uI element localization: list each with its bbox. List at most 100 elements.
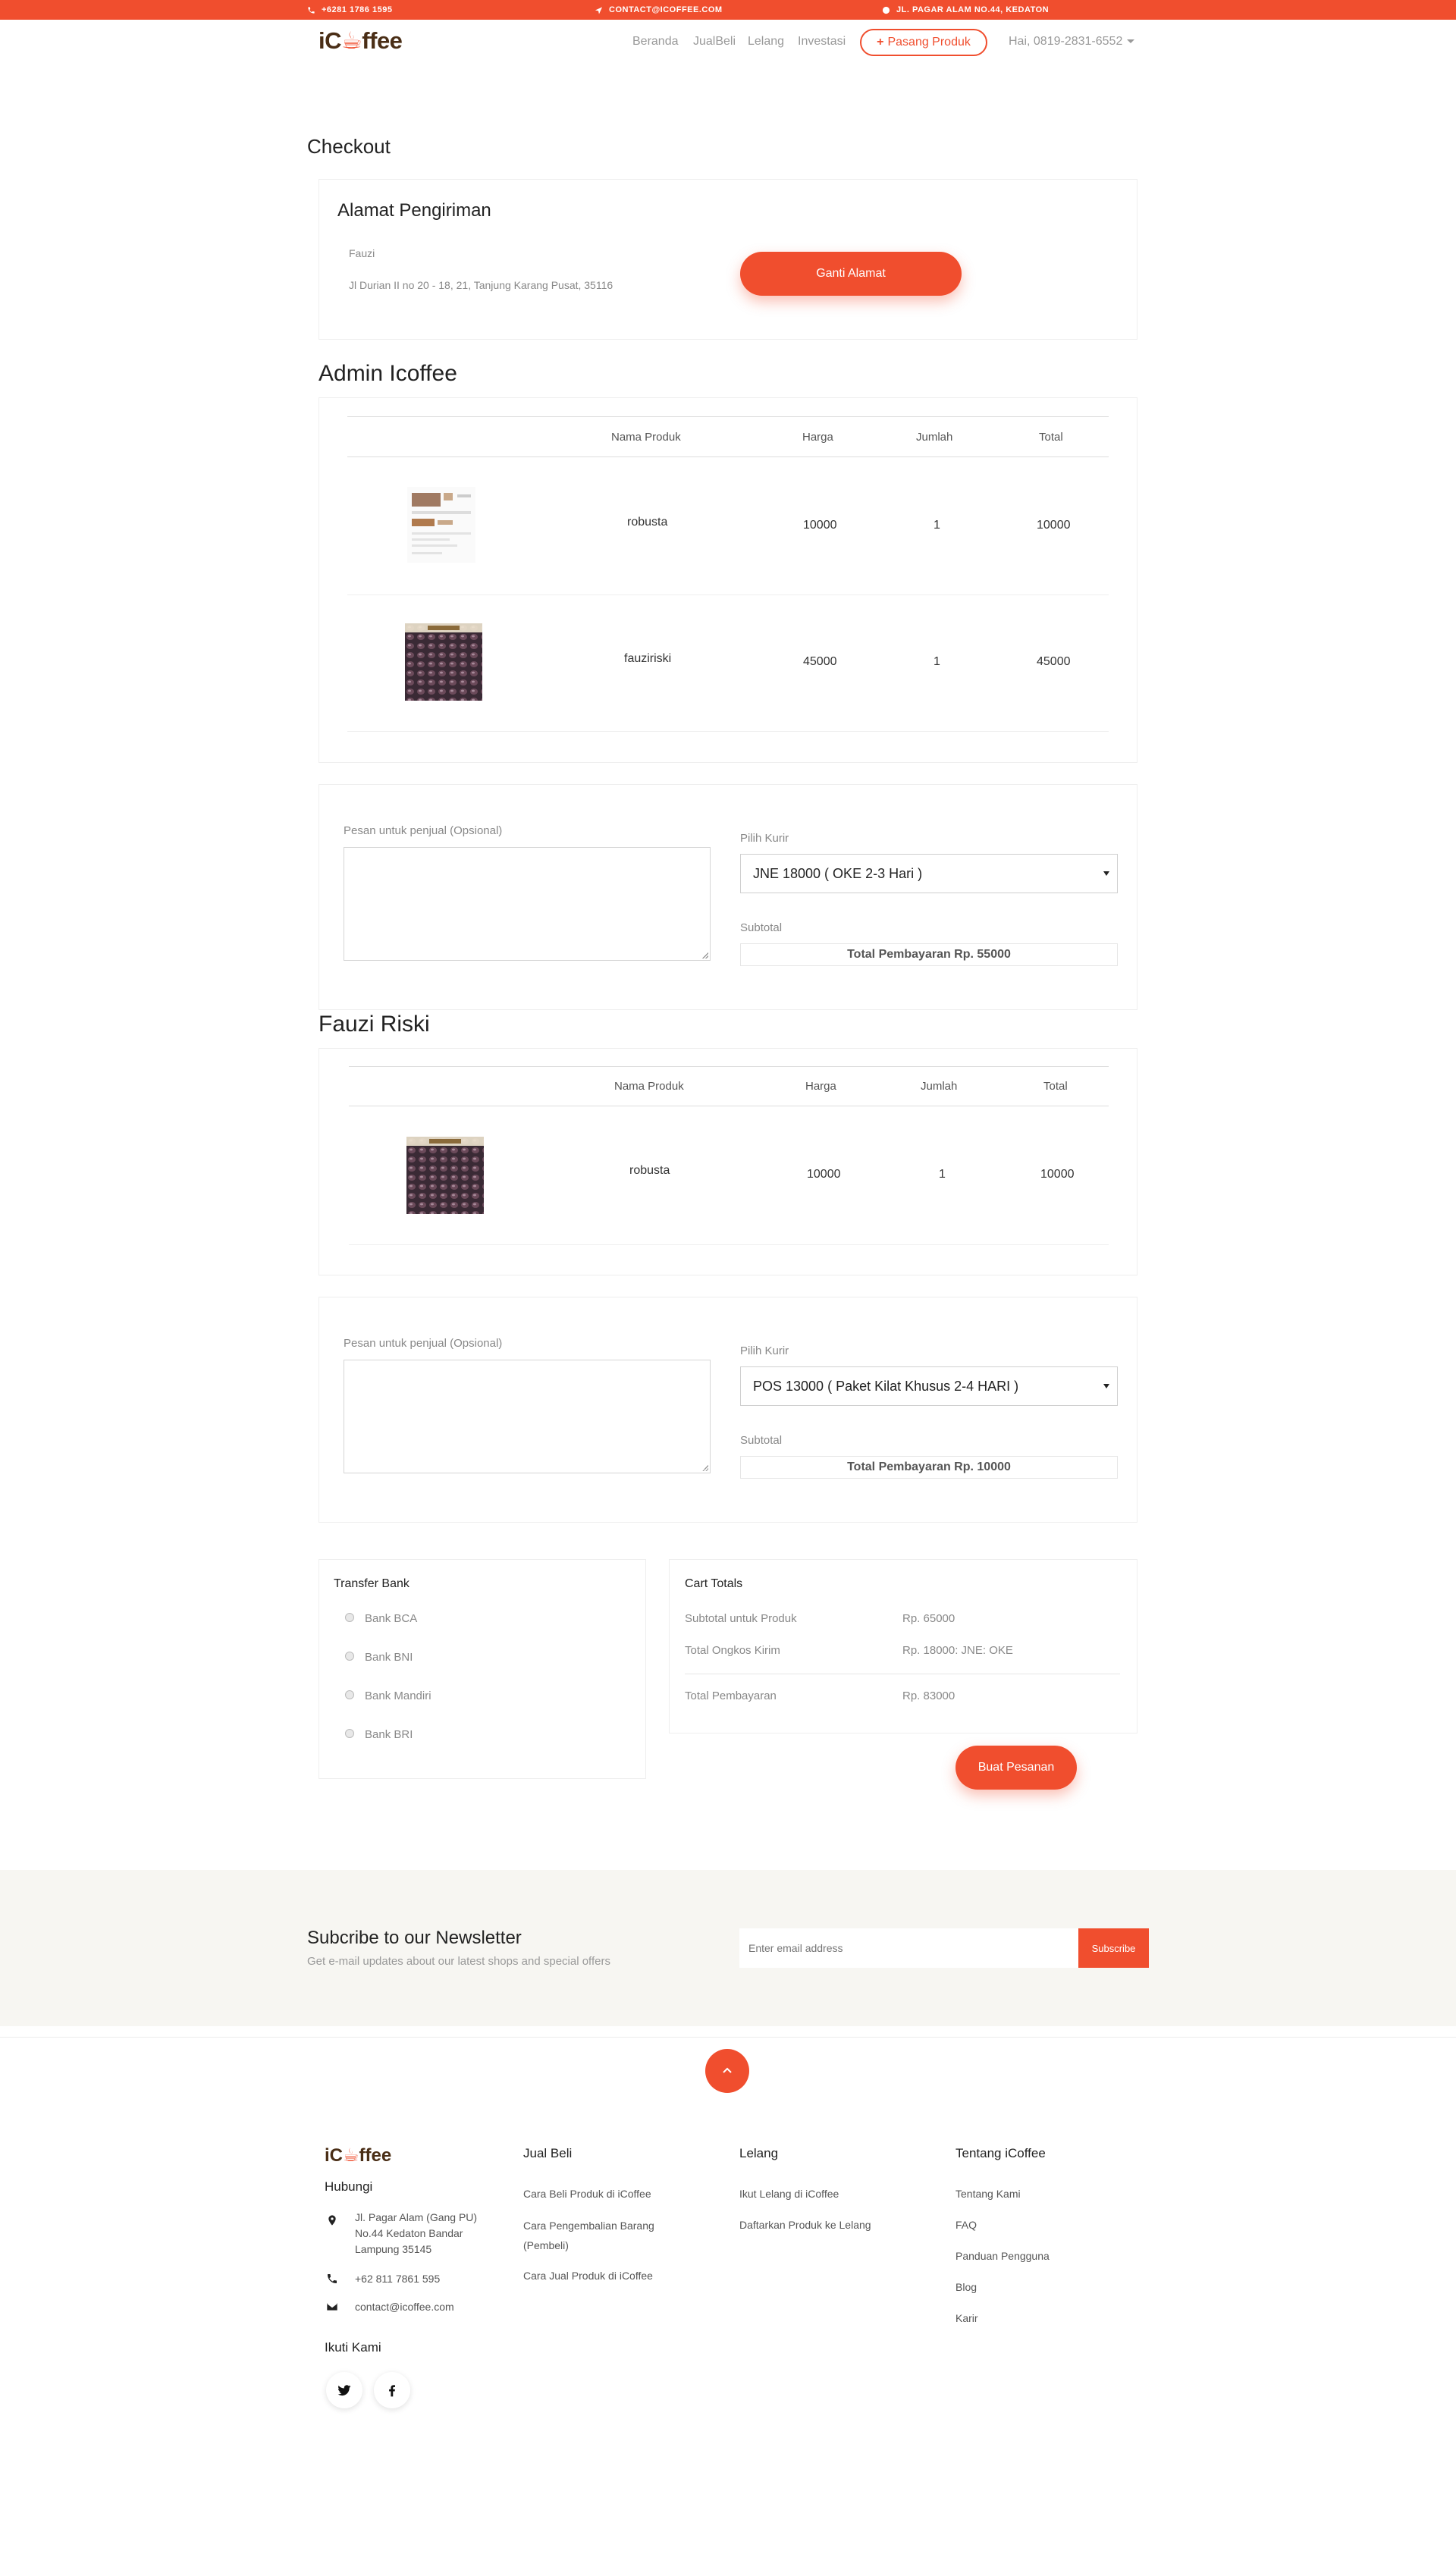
scroll-to-top-button[interactable]	[705, 2049, 749, 2093]
payment-option-label[interactable]: Bank BNI	[365, 1651, 413, 1664]
payment-option-label[interactable]: Bank BCA	[365, 1612, 417, 1625]
recipient-address: Jl Durian II no 20 - 18, 21, Tanjung Kar…	[349, 279, 613, 291]
logo-text-end: ffee	[362, 27, 403, 54]
radio-bank-mandiri[interactable]	[345, 1690, 354, 1699]
product-total: 45000	[1037, 655, 1071, 668]
top-contact-bar: +6281 1786 1595 CONTACT@ICOFFEE.COM JL. …	[0, 0, 1456, 20]
footer-column-title: Lelang	[739, 2146, 779, 2160]
product-thumbnail[interactable]	[406, 1137, 484, 1214]
payment-option-label[interactable]: Bank Mandiri	[365, 1690, 431, 1702]
twitter-button[interactable]	[326, 2372, 362, 2408]
nav-jualbeli[interactable]: JualBeli	[693, 35, 736, 49]
footer-link[interactable]: FAQ	[956, 2217, 977, 2233]
shipping-total-label: Total Ongkos Kirim	[685, 1644, 780, 1657]
seller-note-textarea[interactable]	[344, 1360, 711, 1473]
grand-total-label: Total Pembayaran	[685, 1690, 777, 1702]
payment-option-label[interactable]: Bank BRI	[365, 1728, 413, 1741]
topbar-address: JL. PAGAR ALAM NO.44, KEDATON	[882, 5, 1049, 14]
column-header-total: Total	[1039, 431, 1063, 444]
footer-link[interactable]: Panduan Pengguna	[956, 2248, 1050, 2264]
product-thumbnail[interactable]	[407, 487, 475, 563]
payment-title: Transfer Bank	[334, 1577, 410, 1590]
courier-select[interactable]: POS 13000 ( Paket Kilat Khusus 2-4 HARI …	[740, 1366, 1118, 1406]
courier-select[interactable]: JNE 18000 ( OKE 2-3 Hari )	[740, 854, 1118, 893]
footer-phone[interactable]: +62 811 7861 595	[355, 2270, 440, 2287]
resize-grip-icon[interactable]	[702, 1465, 708, 1471]
nav-beranda[interactable]: Beranda	[632, 35, 679, 49]
courier-label: Pilih Kurir	[740, 832, 789, 845]
column-header-product: Nama Produk	[614, 1080, 684, 1093]
phone-icon	[308, 6, 315, 14]
facebook-icon	[389, 2385, 395, 2397]
shipping-title: Alamat Pengiriman	[337, 200, 491, 221]
footer-link[interactable]: Tentang Kami	[956, 2185, 1021, 2202]
product-name: fauziriski	[624, 652, 672, 665]
nav-investasi[interactable]: Investasi	[798, 35, 846, 49]
radio-bank-bni[interactable]	[345, 1652, 354, 1661]
footer-link[interactable]: Daftarkan Produk ke Lelang	[739, 2217, 871, 2233]
coffee-beans-image	[405, 623, 482, 701]
column-header-price: Harga	[802, 431, 833, 444]
coffee-cup-icon: ☕	[343, 2145, 359, 2166]
product-qty: 1	[934, 655, 940, 668]
place-order-button[interactable]: Buat Pesanan	[956, 1746, 1077, 1790]
subtotal-products-label: Subtotal untuk Produk	[685, 1612, 797, 1625]
column-header-total: Total	[1043, 1080, 1068, 1093]
change-address-button[interactable]: Ganti Alamat	[740, 252, 962, 296]
topbar-email-text: CONTACT@ICOFFEE.COM	[609, 5, 723, 14]
seller-note-label: Pesan untuk penjual (Opsional)	[344, 1337, 503, 1350]
product-price: 10000	[807, 1168, 841, 1181]
footer-logo-text-end: ffee	[359, 2145, 392, 2166]
product-thumbnail[interactable]	[405, 623, 482, 701]
radio-bank-bca[interactable]	[345, 1613, 354, 1622]
pasang-produk-label: Pasang Produk	[887, 36, 971, 49]
envelope-icon	[327, 2303, 337, 2311]
topbar-phone-text: +6281 1786 1595	[322, 5, 393, 14]
paper-plane-icon	[595, 6, 603, 14]
map-marker-icon	[328, 2215, 336, 2226]
footer-link[interactable]: Ikut Lelang di iCoffee	[739, 2185, 839, 2202]
dropdown-arrow-icon	[1103, 871, 1109, 876]
footer-link[interactable]: Karir	[956, 2310, 978, 2326]
newsletter-email-input[interactable]	[739, 1928, 1079, 1968]
subtotal-value: Total Pembayaran Rp. 10000	[740, 1456, 1118, 1479]
resize-grip-icon[interactable]	[702, 952, 708, 958]
courier-select-value: JNE 18000 ( OKE 2-3 Hari )	[753, 865, 923, 881]
newsletter-section	[0, 1870, 1456, 2026]
column-header-price: Harga	[805, 1080, 836, 1093]
column-header-product: Nama Produk	[611, 431, 681, 444]
footer-logo-text-start: iC	[325, 2145, 343, 2166]
table-divider	[349, 1244, 1109, 1245]
twitter-icon	[337, 2385, 351, 2396]
courier-label: Pilih Kurir	[740, 1344, 789, 1357]
logo-text-start: iC	[318, 27, 342, 54]
pasang-produk-button[interactable]: + Pasang Produk	[860, 29, 987, 56]
footer-link[interactable]: Cara Pengembalian Barang (Pembeli)	[523, 2216, 682, 2255]
footer-logo[interactable]: iC☕ffee	[325, 2144, 391, 2166]
courier-select-value: POS 13000 ( Paket Kilat Khusus 2-4 HARI …	[753, 1378, 1019, 1394]
product-screenshot-image	[407, 487, 475, 563]
site-logo[interactable]: iC☕ffee	[318, 27, 403, 55]
nav-lelang[interactable]: Lelang	[748, 35, 784, 49]
coffee-cup-icon: ☕	[341, 27, 362, 54]
seller-name: Fauzi Riski	[318, 1012, 430, 1037]
user-menu-dropdown[interactable]: Hai, 0819-2831-6552	[1009, 35, 1135, 49]
footer-link[interactable]: Blog	[956, 2279, 977, 2295]
footer-link[interactable]: Cara Beli Produk di iCoffee	[523, 2185, 651, 2202]
grand-total-value: Rp. 83000	[902, 1690, 956, 1702]
footer-email[interactable]: contact@icoffee.com	[355, 2298, 454, 2315]
newsletter-title: Subcribe to our Newsletter	[307, 1928, 522, 1948]
footer-contact-title: Hubungi	[325, 2179, 373, 2194]
facebook-button[interactable]	[374, 2372, 410, 2408]
seller-note-textarea[interactable]	[344, 847, 711, 961]
newsletter-subscribe-button[interactable]: Subscribe	[1078, 1928, 1149, 1968]
product-qty: 1	[939, 1168, 946, 1181]
topbar-phone: +6281 1786 1595	[307, 5, 392, 14]
page-title: Checkout	[307, 135, 391, 158]
table-divider	[347, 416, 1109, 417]
newsletter-subtitle: Get e-mail updates about our latest shop…	[307, 1955, 610, 1968]
seller-note-label: Pesan untuk penjual (Opsional)	[344, 824, 503, 837]
footer-link[interactable]: Cara Jual Produk di iCoffee	[523, 2267, 653, 2284]
radio-bank-bri[interactable]	[345, 1729, 354, 1738]
user-menu-label: Hai, 0819-2831-6552	[1009, 35, 1123, 48]
